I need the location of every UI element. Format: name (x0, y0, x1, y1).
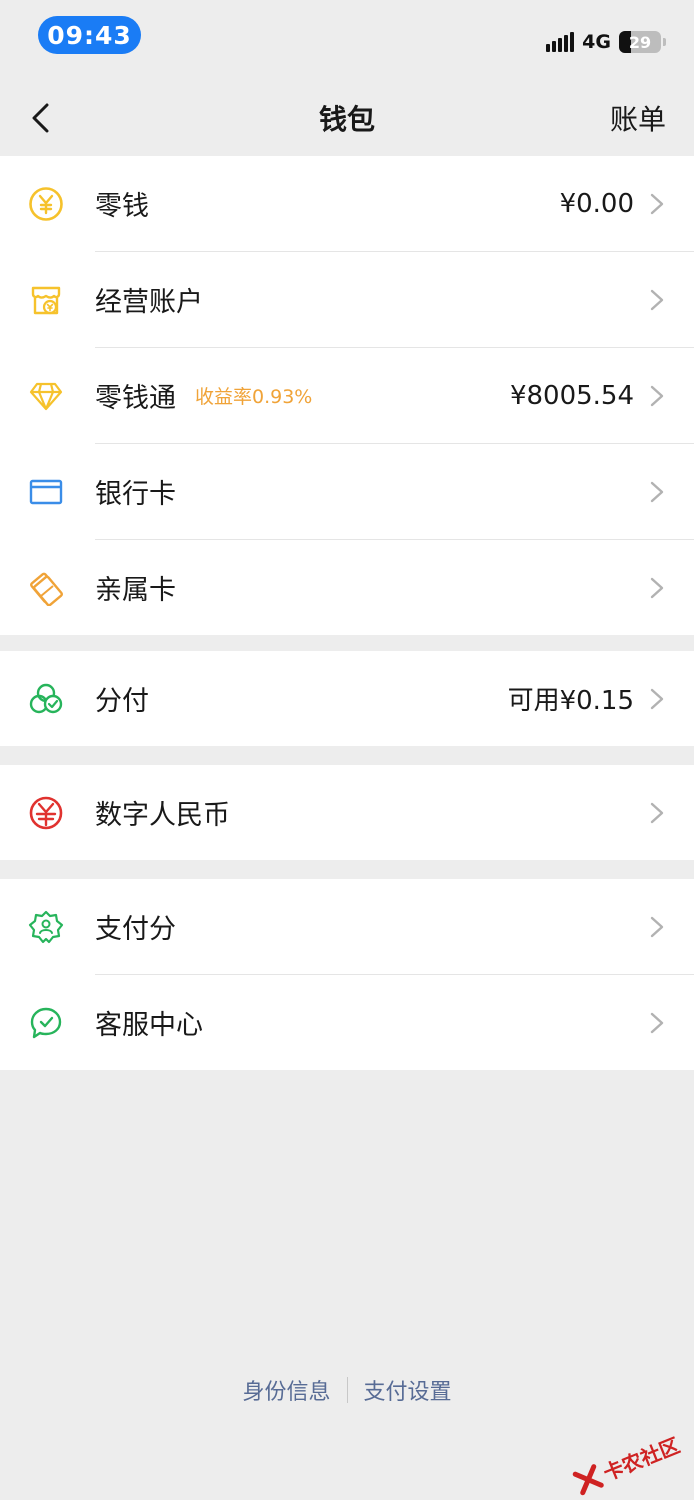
status-indicators: 4G 29 (546, 28, 666, 56)
row-label: 零钱通 (95, 383, 176, 414)
row-label: 支付分 (95, 914, 176, 945)
chevron-right-icon (650, 193, 664, 215)
row-change[interactable]: 零钱 ¥0.00 (0, 156, 694, 251)
family-card-icon (30, 572, 63, 606)
chevron-right-icon (650, 481, 664, 503)
status-bar: 09:43 4G 29 (0, 0, 694, 80)
network-type: 4G (582, 31, 611, 53)
status-time: 09:43 (38, 16, 141, 54)
wallet-group-ecny: 数字人民币 (0, 765, 694, 860)
battery-icon: 29 (619, 31, 661, 53)
shop-account-icon (31, 286, 61, 315)
row-value: ¥8005.54 (509, 380, 634, 411)
fenfu-icon (29, 683, 63, 714)
row-label: 客服中心 (95, 1010, 203, 1041)
watermark: 卡农社区 (571, 1429, 684, 1497)
diamond-icon (29, 382, 63, 411)
row-label: 数字人民币 (95, 800, 230, 831)
chevron-right-icon (650, 577, 664, 599)
watermark-logo-icon (572, 1463, 604, 1495)
row-business-account[interactable]: 经营账户 (0, 252, 694, 347)
pay-score-icon (28, 910, 64, 944)
chevron-right-icon (650, 385, 664, 407)
row-bank-card[interactable]: 银行卡 (0, 444, 694, 539)
chevron-right-icon (650, 289, 664, 311)
wallet-group-primary: 零钱 ¥0.00 经营账户 零钱通 收益率0.93% ¥8005.54 银行卡 (0, 156, 694, 635)
row-fenfu[interactable]: 分付 可用¥0.15 (0, 651, 694, 746)
row-customer-service[interactable]: 客服中心 (0, 975, 694, 1070)
row-lqt[interactable]: 零钱通 收益率0.93% ¥8005.54 (0, 348, 694, 443)
row-value: 可用¥0.15 (507, 686, 634, 716)
row-pay-score[interactable]: 支付分 (0, 879, 694, 974)
chevron-right-icon (650, 1012, 664, 1034)
row-label: 银行卡 (95, 479, 176, 510)
identity-info-link[interactable]: 身份信息 (226, 1374, 346, 1406)
yield-rate-badge: 收益率0.93% (195, 386, 313, 408)
chevron-right-icon (650, 916, 664, 938)
wallet-group-fenfu: 分付 可用¥0.15 (0, 651, 694, 746)
signal-icon (546, 32, 575, 52)
chevron-right-icon (650, 802, 664, 824)
row-value: ¥0.00 (559, 188, 634, 219)
wallet-group-services: 支付分 客服中心 (0, 879, 694, 1070)
row-label: 分付 (95, 686, 149, 717)
footer-links: 身份信息 支付设置 (0, 1374, 694, 1406)
watermark-text: 卡农社区 (599, 1433, 684, 1486)
battery-level: 29 (628, 32, 652, 52)
row-label: 零钱 (95, 191, 149, 222)
bill-button[interactable]: 账单 (610, 98, 666, 138)
bank-card-icon (29, 479, 63, 505)
row-label: 亲属卡 (95, 575, 176, 606)
yuan-coin-icon (29, 187, 63, 221)
digital-rmb-icon (29, 796, 63, 830)
row-label: 经营账户 (95, 287, 203, 318)
nav-bar: 钱包 账单 (0, 80, 694, 156)
battery-tip (663, 38, 666, 46)
payment-settings-link[interactable]: 支付设置 (348, 1374, 468, 1406)
page-title: 钱包 (318, 103, 375, 136)
row-digital-rmb[interactable]: 数字人民币 (0, 765, 694, 860)
chevron-right-icon (650, 688, 664, 710)
row-family-card[interactable]: 亲属卡 (0, 540, 694, 635)
customer-service-icon (30, 1007, 62, 1039)
